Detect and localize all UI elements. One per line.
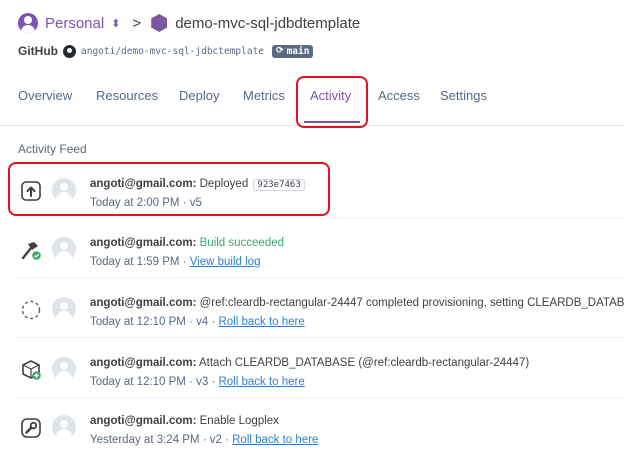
- event-meta: Yesterday at 3:24 PM · v2 ·: [90, 434, 233, 446]
- github-icon: [63, 44, 76, 58]
- event-text: @ref:cleardb-rectangular-24447 completed…: [199, 297, 624, 309]
- addon-attach-icon: [22, 360, 41, 380]
- event-meta: Today at 1:59 PM ·: [90, 256, 190, 268]
- avatar: [52, 415, 76, 439]
- avatar: [52, 237, 76, 261]
- event-text: Deployed: [199, 178, 249, 190]
- branch-badge[interactable]: ⟳ main: [272, 44, 314, 58]
- list-item: angoti@gmail.com: Enable Logplex Yesterd…: [0, 400, 624, 456]
- build-hammer-icon: [21, 242, 41, 260]
- avatar: [52, 178, 76, 202]
- tab-metrics[interactable]: Metrics: [243, 88, 285, 103]
- tab-overview[interactable]: Overview: [18, 88, 72, 103]
- commit-sha[interactable]: 923e7463: [253, 179, 305, 191]
- divider: [14, 337, 624, 338]
- event-meta: Today at 12:10 PM · v4 ·: [90, 316, 219, 328]
- divider: [14, 277, 624, 278]
- user-email: angoti@gmail.com:: [90, 357, 197, 369]
- wrench-icon: [21, 418, 41, 438]
- list-item: angoti@gmail.com: Attach CLEARDB_DATABAS…: [0, 342, 624, 398]
- app-name[interactable]: demo-mvc-sql-jdbdtemplate: [175, 15, 360, 32]
- tab-settings[interactable]: Settings: [440, 88, 487, 103]
- list-item: angoti@gmail.com: @ref:cleardb-rectangul…: [0, 282, 624, 338]
- app-header: Personal ⬍ > demo-mvc-sql-jdbdtemplate G…: [0, 0, 624, 126]
- pending-dashed-circle-icon: [21, 300, 41, 320]
- tab-deploy[interactable]: Deploy: [179, 88, 219, 103]
- roll-back-link[interactable]: Roll back to here: [218, 316, 304, 328]
- app-nav-tabs: Overview Resources Deploy Metrics Activi…: [0, 75, 624, 126]
- event-text: Attach CLEARDB_DATABASE (@ref:cleardb-re…: [198, 357, 530, 369]
- user-email: angoti@gmail.com:: [90, 178, 197, 190]
- avatar: [52, 297, 76, 321]
- github-repo-link[interactable]: angoti/demo-mvc-sql-jdbctemplate: [81, 46, 264, 57]
- breadcrumb: Personal ⬍ > demo-mvc-sql-jdbdtemplate: [18, 12, 360, 34]
- sync-icon: ⟳: [276, 46, 284, 56]
- event-meta: Today at 12:10 PM · v3 ·: [90, 376, 219, 388]
- tab-activity[interactable]: Activity: [310, 88, 351, 103]
- event-text: Build succeeded: [199, 237, 285, 249]
- divider: [14, 397, 624, 398]
- branch-name: main: [286, 45, 310, 57]
- tab-resources[interactable]: Resources: [96, 88, 158, 103]
- app-hexagon-icon: [151, 14, 168, 32]
- event-text: Enable Logplex: [199, 415, 279, 427]
- tab-access[interactable]: Access: [378, 88, 420, 103]
- team-switcher-label[interactable]: Personal: [45, 15, 104, 32]
- event-meta: Today at 2:00 PM · v5: [90, 197, 202, 209]
- personal-account-icon[interactable]: [18, 13, 38, 33]
- list-item: angoti@gmail.com: Deployed 923e7463 Toda…: [0, 163, 624, 219]
- roll-back-link[interactable]: Roll back to here: [218, 376, 304, 388]
- view-build-log-link[interactable]: View build log: [190, 256, 261, 268]
- user-email: angoti@gmail.com:: [90, 297, 197, 309]
- divider: [14, 218, 624, 219]
- team-switcher-chevron-icon[interactable]: ⬍: [111, 17, 120, 30]
- roll-back-link[interactable]: Roll back to here: [232, 434, 318, 446]
- deploy-upload-icon: [21, 181, 41, 201]
- list-item: angoti@gmail.com: Build succeeded Today …: [0, 222, 624, 278]
- avatar: [52, 357, 76, 381]
- github-connection: GitHub angoti/demo-mvc-sql-jdbctemplate …: [18, 44, 314, 58]
- user-email: angoti@gmail.com:: [90, 415, 197, 427]
- breadcrumb-separator-icon: >: [132, 14, 142, 32]
- github-label: GitHub: [18, 44, 58, 58]
- active-tab-indicator: [304, 121, 360, 123]
- user-email: angoti@gmail.com:: [90, 237, 197, 249]
- activity-feed-title: Activity Feed: [18, 142, 87, 156]
